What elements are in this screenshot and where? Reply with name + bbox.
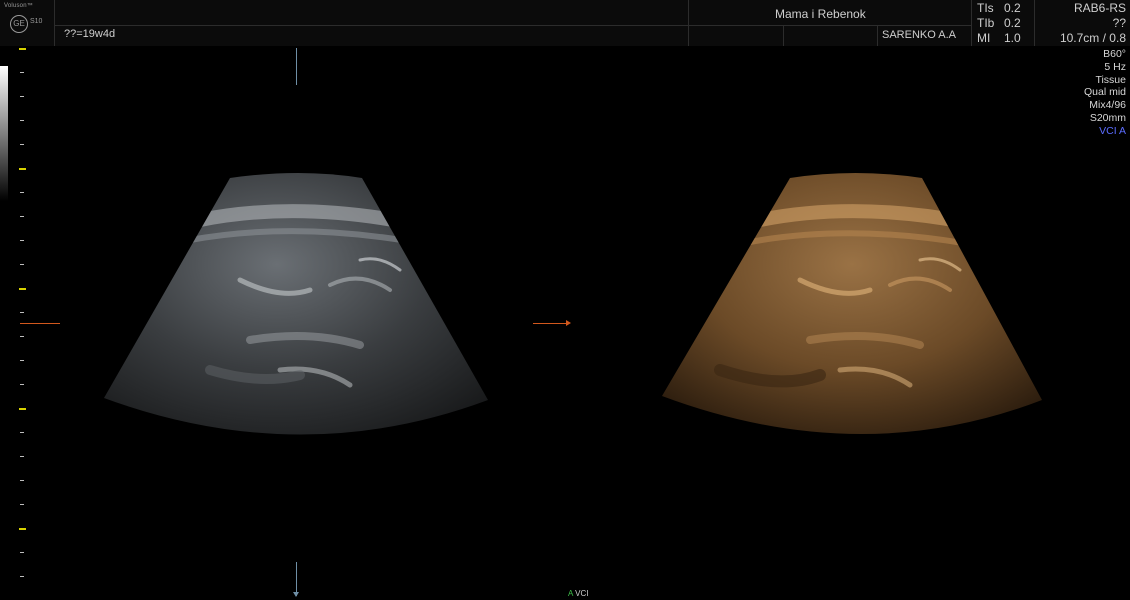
operator-name: SARENKO A.A [882, 29, 956, 41]
param-quality: Qual mid [1083, 86, 1126, 99]
focus-arrow-icon [566, 320, 571, 326]
depth-tick [20, 384, 24, 385]
depth-tick [20, 120, 24, 121]
header-divider [1034, 0, 1035, 46]
depth-tick [20, 432, 24, 433]
depth-tick [20, 576, 24, 577]
depth-tick [20, 504, 24, 505]
depth-tick [20, 456, 24, 457]
tib-value: 0.2 [1004, 16, 1021, 30]
depth-tick-major [19, 288, 26, 290]
depth-tick [20, 312, 24, 313]
logo: Voluson™ GE S10 [4, 3, 52, 43]
depth-tick [20, 72, 24, 73]
bottom-center-marker [296, 562, 297, 596]
ultrasound-image-grayscale [100, 170, 500, 460]
imaging-parameters: B60° 5 Hz Tissue Qual mid Mix4/96 S20mm … [1084, 48, 1126, 138]
depth-tick [20, 192, 24, 193]
focus-marker-left [20, 323, 60, 324]
tis-label: TIs [977, 1, 994, 15]
param-slice: S20mm [1089, 111, 1126, 124]
footer-a-label: A [568, 589, 573, 598]
depth-tick [20, 216, 24, 217]
depth-info: 10.7cm / 0.8 [1059, 31, 1126, 45]
header-divider [971, 0, 972, 46]
depth-tick [20, 480, 24, 481]
ultrasound-image-sepia [660, 170, 1050, 460]
param-mix: Mix4/96 [1089, 99, 1126, 112]
header-divider [877, 25, 878, 46]
depth-tick-major [19, 408, 26, 410]
footer-vci-label: A VCI [568, 589, 588, 598]
header-divider [783, 25, 784, 46]
tib-label: TIb [977, 16, 995, 30]
model-label: S10 [30, 18, 43, 25]
institution-name: Mama i Rebenok [775, 7, 866, 21]
tis-value: 0.2 [1004, 1, 1021, 15]
param-frequency: 5 Hz [1104, 60, 1126, 73]
depth-tick-major [19, 528, 26, 530]
focus-marker-right [533, 323, 568, 324]
param-vci: VCI A [1099, 124, 1126, 137]
mi-label: MI [977, 31, 991, 45]
param-tissue: Tissue [1095, 73, 1126, 86]
param-angle: B60° [1103, 48, 1126, 60]
header-divider [688, 0, 689, 46]
probe-name: RAB6-RS [1073, 1, 1126, 15]
header-divider [54, 0, 55, 46]
gestational-age: ??=19w4d [64, 28, 116, 40]
depth-tick [20, 96, 24, 97]
depth-tick [20, 144, 24, 145]
header-bar: Voluson™ GE S10 ??=19w4d Mama i Rebenok … [0, 0, 1130, 46]
brand-label: Voluson™ [4, 3, 33, 9]
depth-tick-major [19, 168, 26, 170]
depth-tick [20, 264, 24, 265]
header-divider [54, 25, 971, 26]
depth-tick [20, 240, 24, 241]
bottom-arrow-icon [293, 592, 299, 597]
depth-tick [20, 360, 24, 361]
mi-value: 1.0 [1004, 31, 1021, 45]
preset-name: ?? [1112, 16, 1126, 30]
ge-logo-icon: GE [10, 15, 28, 33]
depth-tick-major [19, 48, 26, 50]
depth-tick [20, 336, 24, 337]
top-center-marker [296, 48, 297, 85]
footer-vci-text: VCI [575, 589, 589, 598]
depth-tick [20, 552, 24, 553]
